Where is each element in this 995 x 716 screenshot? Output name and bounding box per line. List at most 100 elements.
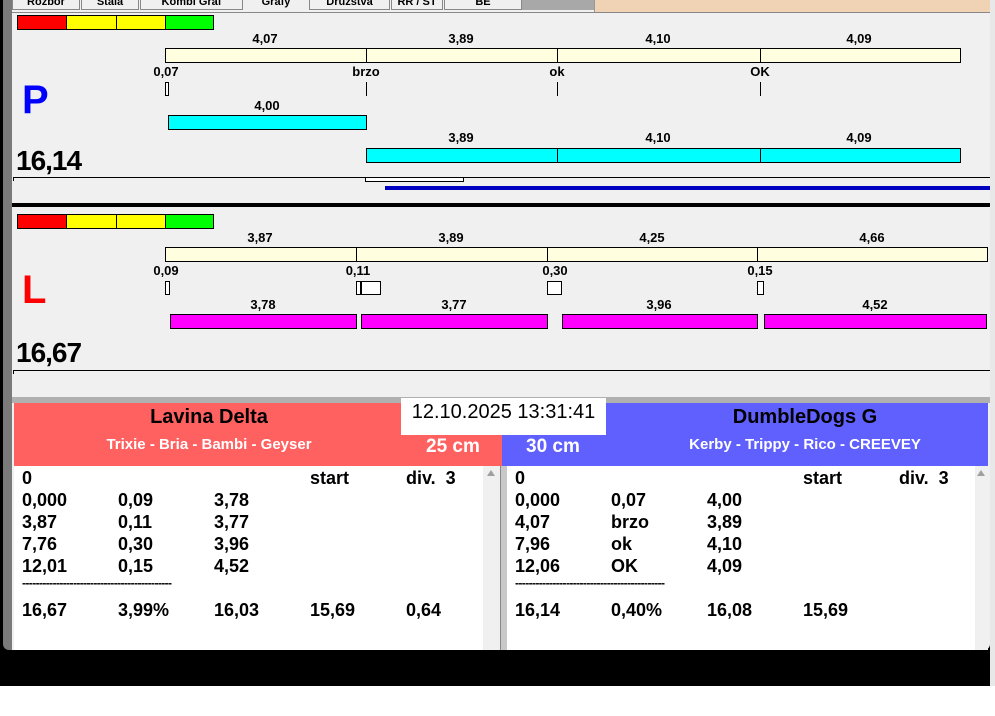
run-bar	[764, 314, 987, 329]
divider	[12, 12, 990, 13]
reaction-tick	[366, 82, 367, 96]
reaction-marker	[165, 82, 169, 96]
run-bar	[562, 314, 758, 329]
divider	[547, 247, 548, 262]
split-label: 3,89	[448, 31, 474, 46]
tab-strip-empty	[522, 0, 594, 10]
lane-letter: P	[22, 78, 49, 122]
status-yellow	[66, 214, 117, 229]
split-bar	[165, 48, 961, 63]
divider	[557, 48, 558, 63]
lane-total: 16,14	[16, 145, 82, 176]
cell: div. 3	[406, 468, 456, 488]
run-bar	[760, 148, 961, 163]
split-label: 4,66	[859, 230, 885, 245]
reaction-label: 0,15	[747, 263, 773, 278]
scrollbar[interactable]	[483, 466, 500, 650]
team-name: Lavina Delta	[150, 406, 268, 428]
split-label: 3,87	[247, 230, 273, 245]
status-red	[17, 214, 67, 229]
reaction-label: 0,09	[153, 263, 179, 278]
reaction-label: OK	[750, 64, 770, 79]
run-label: 4,00	[254, 98, 280, 113]
separator: ----------------------------------------…	[515, 576, 665, 590]
run-bar	[170, 314, 357, 329]
reaction-label: 0,30	[542, 263, 568, 278]
status-yellow	[116, 214, 166, 229]
screen-edge	[990, 0, 995, 686]
reaction-label: 0,11	[345, 263, 371, 278]
split-label: 4,07	[252, 31, 278, 46]
run-label: 4,52	[862, 297, 888, 312]
run-label: 3,78	[250, 297, 276, 312]
progress-line	[385, 186, 990, 190]
right-results-list[interactable]: 0 start div. 3 0,000 0,07 4,00 4,07 brzo 3,8…	[507, 466, 988, 650]
timeline-start	[13, 177, 14, 181]
run-label: 4,09	[846, 130, 872, 145]
team-dogs: Kerby - Trippy - Rico - CREEVEY	[689, 436, 921, 453]
lane-letter: L	[22, 268, 47, 312]
reaction-marker	[361, 281, 381, 295]
divider	[760, 48, 761, 63]
team-height: 30 cm	[526, 436, 580, 457]
tab-stala[interactable]: Stala	[81, 0, 139, 10]
divider	[356, 247, 357, 262]
timeline	[13, 370, 990, 371]
scrollbar[interactable]	[975, 466, 988, 650]
run-bar	[557, 148, 761, 163]
header-area	[594, 0, 995, 12]
split-label: 4,09	[846, 31, 872, 46]
scroll-up-icon[interactable]	[977, 470, 985, 476]
tab-grafy[interactable]: Grafy	[244, 0, 308, 10]
tab-be[interactable]: BE	[444, 0, 522, 10]
panel-separator	[12, 203, 990, 207]
lane-total: 16,67	[16, 337, 82, 368]
scroll-up-icon[interactable]	[487, 470, 495, 476]
run-label: 4,10	[645, 130, 671, 145]
cell: 0	[22, 468, 33, 488]
run-bar	[366, 148, 558, 163]
reaction-label: brzo	[352, 64, 380, 79]
cell: start	[310, 468, 350, 488]
divider	[366, 48, 367, 63]
tab-kombi-graf[interactable]: Kombi Graf	[140, 0, 243, 10]
split-label: 4,10	[645, 31, 671, 46]
run-label: 3,96	[646, 297, 672, 312]
reaction-label: ok	[549, 64, 565, 79]
timeline-marker	[365, 177, 464, 182]
reaction-label: 0,07	[153, 64, 179, 79]
reaction-marker	[757, 281, 764, 295]
tab-rr-st[interactable]: RR / ST	[391, 0, 443, 10]
split-bar	[165, 247, 988, 262]
timeline	[13, 177, 990, 178]
reaction-marker	[165, 281, 170, 295]
split-label: 3,89	[438, 230, 464, 245]
timeline-start	[13, 370, 14, 374]
status-red	[17, 15, 67, 30]
status-yellow	[66, 15, 117, 30]
datetime: 12.10.2025 13:31:41	[401, 398, 606, 435]
left-results-list[interactable]: 0 start div. 3 0,000 0,09 3,78 3,87 0,11 3,7…	[14, 466, 500, 650]
team-height: 25 cm	[426, 436, 480, 457]
list-divider	[500, 466, 507, 650]
cell: 0	[515, 468, 526, 488]
status-green	[165, 15, 214, 30]
separator: ----------------------------------------…	[22, 576, 172, 590]
status-green	[165, 214, 214, 229]
split-label: 4,25	[639, 230, 665, 245]
run-label: 3,89	[448, 130, 474, 145]
run-bar	[168, 115, 367, 130]
status-yellow	[116, 15, 166, 30]
run-bar	[361, 314, 548, 329]
run-label: 3,77	[441, 297, 467, 312]
team-dogs: Trixie - Bria - Bambi - Geyser	[106, 436, 312, 453]
divider	[757, 247, 758, 262]
reaction-marker	[547, 281, 562, 295]
team-name: DumbleDogs G	[732, 406, 878, 428]
cell: start	[803, 468, 843, 488]
tab-druzstva[interactable]: Družstva	[309, 0, 390, 10]
reaction-tick	[557, 82, 558, 96]
tab-rozbor[interactable]: Rozbor	[12, 0, 80, 10]
cell: div. 3	[899, 468, 949, 488]
reaction-tick	[760, 82, 761, 96]
